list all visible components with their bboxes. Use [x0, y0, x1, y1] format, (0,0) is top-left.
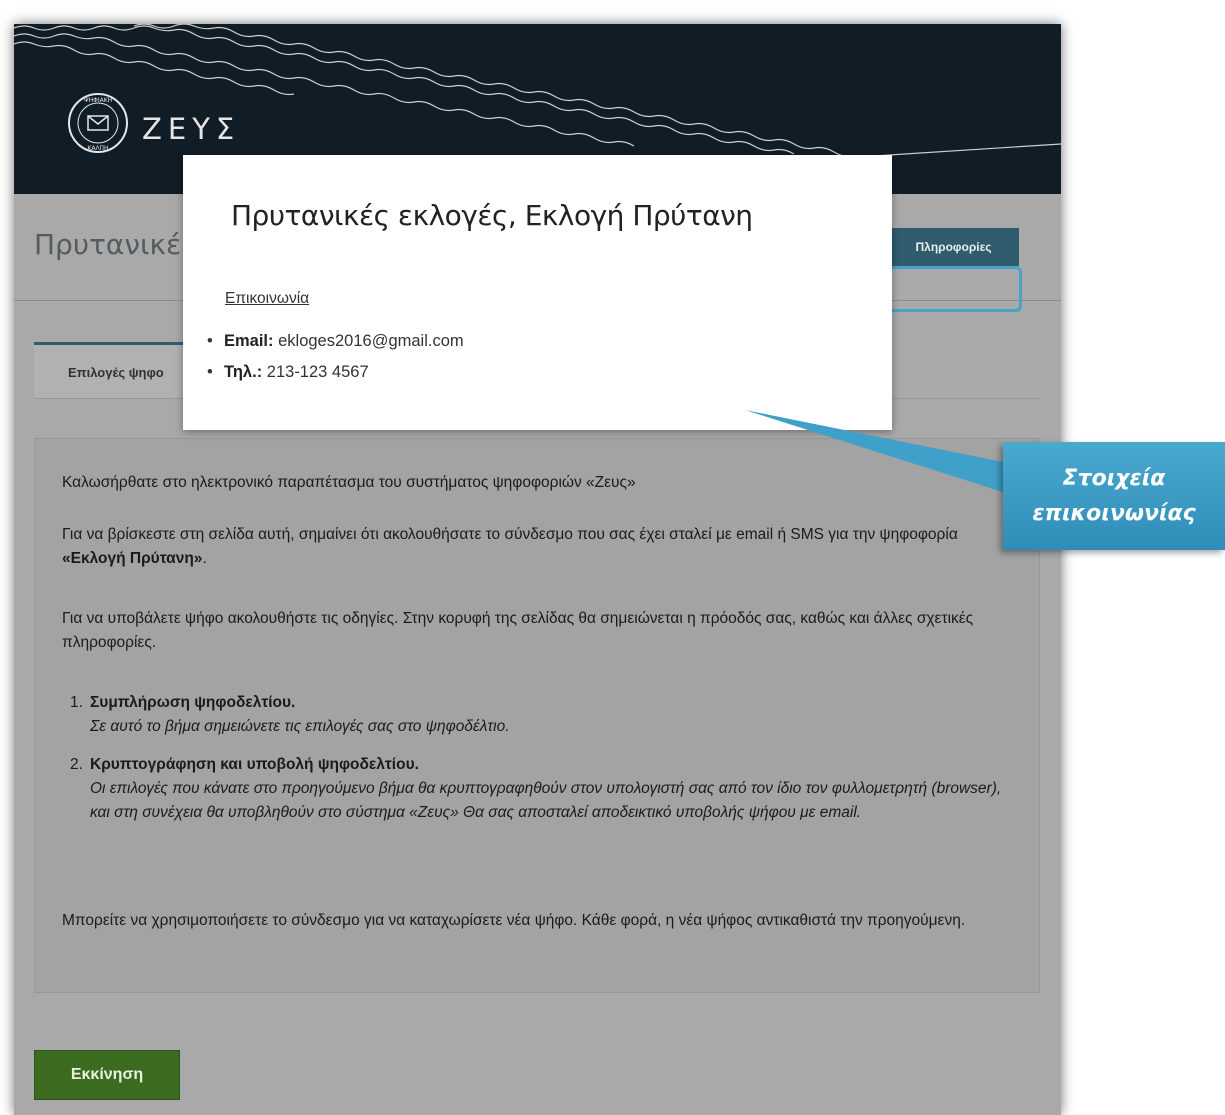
contact-value: 213-123 4567: [262, 363, 369, 381]
instructions-panel: Καλωσήρθατε στο ηλεκτρονικό παραπέτασμα …: [34, 438, 1040, 993]
contact-email: • Email: ekloges2016@gmail.com: [207, 332, 464, 363]
contact-popover: Πρυτανικές εκλογές, Εκλογή Πρύτανη Επικο…: [183, 155, 892, 430]
page-title: Πρυτανικέ: [34, 228, 182, 261]
bullet-icon: •: [207, 363, 213, 381]
callout-annotation: Στοιχεία επικοινωνίας: [1003, 442, 1225, 550]
contact-value: ekloges2016@gmail.com: [273, 332, 464, 350]
contact-list: • Email: ekloges2016@gmail.com • Τηλ.: 2…: [207, 332, 464, 394]
revote-text: Μπορείτε να χρησιμοποιήσετε το σύνδεσμο …: [62, 912, 966, 929]
start-button[interactable]: Εκκίνηση: [34, 1050, 180, 1100]
step-title: Κρυπτογράφηση και υποβολή ψηφοδελτίου.: [90, 756, 419, 773]
logo-wordmark[interactable]: ΖΕΥΣ: [142, 112, 240, 146]
contact-phone: • Τηλ.: 213-123 4567: [207, 363, 464, 394]
steps-list: 1. Συμπλήρωση ψηφοδελτίου. Σε αυτό το βή…: [62, 691, 1012, 839]
welcome-text: Καλωσήρθατε στο ηλεκτρονικό παραπέτασμα …: [62, 474, 636, 491]
contact-label: Τηλ.:: [224, 363, 263, 381]
election-name: «Εκλογή Πρύτανη»: [62, 550, 203, 567]
callout-line-2: επικοινωνίας: [1032, 501, 1196, 526]
step-item: 1. Συμπλήρωση ψηφοδελτίου. Σε αυτό το βή…: [62, 691, 1012, 739]
popover-title: Πρυτανικές εκλογές, Εκλογή Πρύτανη: [231, 199, 753, 232]
seal-text-top: ΨΗΦΙΑΚΗ: [84, 97, 112, 104]
tab-voting-options[interactable]: Επιλογές ψηφο: [34, 342, 184, 398]
step-number: 1.: [70, 694, 83, 711]
callout-line-1: Στοιχεία: [1062, 466, 1166, 491]
tab-label: Επιλογές ψηφο: [68, 365, 164, 380]
bullet-icon: •: [207, 332, 213, 350]
step-description: Σε αυτό το βήμα σημειώνετε τις επιλογές …: [90, 718, 510, 735]
step-description: Οι επιλογές που κάνατε στο προηγούμενο β…: [90, 780, 1002, 821]
link-info-post: .: [202, 550, 207, 567]
instructions-text: Για να υποβάλετε ψήφο ακολουθήστε τις οδ…: [62, 610, 974, 651]
contact-link[interactable]: Επικοινωνία: [225, 290, 309, 308]
step-item: 2. Κρυπτογράφηση και υποβολή ψηφοδελτίου…: [62, 753, 1012, 825]
contact-label: Email:: [224, 332, 274, 350]
link-info-text: Για να βρίσκεστε στη σελίδα αυτή, σημαίν…: [62, 523, 1012, 571]
seal-text-bottom: ΚΑΛΠΗ: [87, 145, 108, 152]
logo-seal-icon: ΨΗΦΙΑΚΗ ΚΑΛΠΗ: [68, 93, 128, 153]
step-title: Συμπλήρωση ψηφοδελτίου.: [90, 694, 296, 711]
info-button-highlight: [882, 266, 1022, 312]
link-info-pre: Για να βρίσκεστε στη σελίδα αυτή, σημαίν…: [62, 526, 958, 543]
step-number: 2.: [70, 756, 83, 773]
info-button[interactable]: Πληροφορίες: [888, 228, 1019, 266]
